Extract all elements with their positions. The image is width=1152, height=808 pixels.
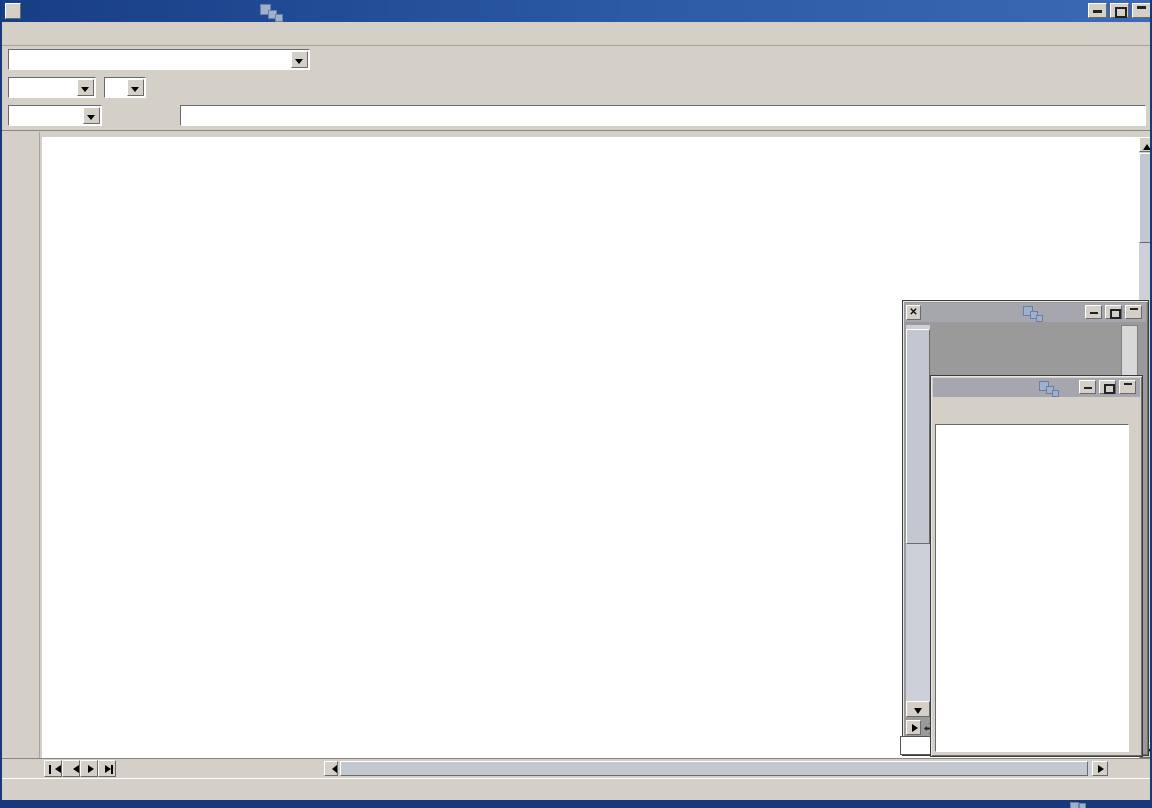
- frame-decoration: [1070, 801, 1104, 808]
- cell-styles-close-icon[interactable]: ✕: [906, 305, 921, 320]
- url-dropdown-icon[interactable]: [291, 51, 308, 68]
- font-size-dropdown-icon[interactable]: [127, 79, 144, 96]
- cell-reference-box[interactable]: [8, 105, 102, 126]
- title-bar: [2, 0, 1150, 22]
- cell-styles-maximize-icon[interactable]: [1105, 305, 1122, 319]
- hscroll-left-icon[interactable]: [324, 761, 338, 776]
- background-scroll-thumb[interactable]: [906, 329, 930, 544]
- shade-icon[interactable]: [1132, 3, 1151, 18]
- font-size-combobox[interactable]: [104, 77, 146, 98]
- font-size-value: [105, 86, 111, 90]
- titlebar-decoration: [260, 2, 294, 18]
- font-name-dropdown-icon[interactable]: [77, 79, 94, 96]
- sheet-tab-bar: [2, 758, 1150, 779]
- font-name-value: [9, 86, 15, 90]
- cell-styles-decoration: [1023, 304, 1057, 320]
- presentation-styles-shade-icon[interactable]: [1119, 380, 1136, 394]
- horizontal-scroll-thumb[interactable]: [340, 761, 1088, 776]
- cell-styles-titlebar[interactable]: ✕: [905, 303, 1146, 322]
- url-input[interactable]: [9, 50, 298, 69]
- status-bar: [2, 778, 1150, 801]
- url-combobox[interactable]: [8, 49, 310, 70]
- minimize-icon[interactable]: [1088, 3, 1107, 18]
- first-sheet-icon[interactable]: [44, 760, 62, 777]
- styles-list[interactable]: [935, 424, 1129, 752]
- presentation-styles-titlebar[interactable]: [933, 378, 1140, 397]
- background-scroll-down-icon[interactable]: [906, 701, 930, 717]
- cell-styles-shade-icon[interactable]: [1125, 305, 1142, 319]
- window-frame-bottom: [2, 800, 1150, 808]
- presentation-styles-decoration: [1039, 379, 1073, 395]
- vertical-scroll-thumb[interactable]: [1139, 153, 1152, 243]
- formula-input[interactable]: [181, 106, 1151, 125]
- presentation-styles-window: [930, 375, 1143, 757]
- last-sheet-icon[interactable]: [98, 760, 116, 777]
- cell-styles-minimize-icon[interactable]: [1085, 305, 1102, 319]
- application-window: ✕: [0, 0, 1152, 808]
- window-close-icon[interactable]: [5, 3, 21, 19]
- background-scroll-right-icon[interactable]: [906, 720, 921, 735]
- maximize-icon[interactable]: [1110, 3, 1129, 18]
- cell-reference-dropdown-icon[interactable]: [83, 107, 100, 124]
- function-toolbar: [2, 46, 1150, 75]
- presentation-styles-maximize-icon[interactable]: [1099, 380, 1116, 394]
- main-toolbar: [2, 132, 40, 758]
- object-toolbar: [2, 74, 1150, 103]
- font-name-combobox[interactable]: [8, 77, 96, 98]
- menu-bar: [2, 22, 1150, 46]
- hscroll-right-icon[interactable]: [1092, 761, 1108, 776]
- presentation-styles-minimize-icon[interactable]: [1079, 380, 1096, 394]
- cell-reference-value: [9, 114, 15, 118]
- formula-bar: [2, 102, 1150, 131]
- horizontal-scrollbar[interactable]: [340, 761, 1110, 776]
- formula-input-line[interactable]: [180, 105, 1146, 126]
- scroll-up-icon[interactable]: [1139, 137, 1152, 152]
- next-sheet-icon[interactable]: [80, 760, 98, 777]
- previous-sheet-icon[interactable]: [62, 760, 80, 777]
